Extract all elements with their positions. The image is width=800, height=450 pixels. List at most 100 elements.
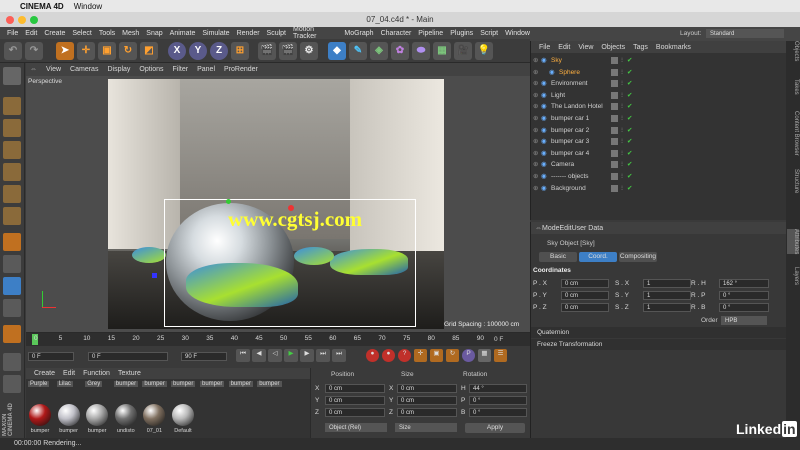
render-toggle-icon[interactable]: ⁝ (621, 67, 623, 79)
undo-icon[interactable]: ↶ (4, 42, 22, 60)
menu-mesh[interactable]: Mesh (122, 30, 139, 37)
object-menu-objects[interactable]: Objects (601, 44, 625, 51)
cube-icon[interactable]: ◆ (328, 42, 346, 60)
visibility-toggle-icon[interactable] (611, 91, 618, 99)
attribute-field-value[interactable]: 0 cm (561, 279, 609, 288)
object-menu-tags[interactable]: Tags (633, 44, 648, 51)
menu-plugins[interactable]: Plugins (450, 30, 473, 37)
viewport-menu-panel[interactable]: Panel (197, 66, 215, 73)
axis-mode-icon[interactable] (3, 233, 21, 251)
enabled-check-icon[interactable]: ✔ (627, 159, 632, 171)
coordinate-system-icon[interactable]: ⊞ (231, 42, 249, 60)
attribute-field-value[interactable]: 0 ° (719, 303, 769, 312)
model-mode-icon[interactable] (3, 97, 21, 115)
menu-sculpt[interactable]: Sculpt (267, 30, 286, 37)
object-name[interactable]: Environment (551, 78, 588, 90)
visibility-toggle-icon[interactable] (611, 115, 618, 122)
go-to-end-icon[interactable]: ⏭ (332, 349, 346, 362)
object-name[interactable]: ------- objects (551, 171, 589, 183)
keyframe-selection-icon[interactable]: ? (398, 349, 411, 362)
min-frame-field[interactable]: 0 F (88, 352, 168, 361)
object-menu-file[interactable]: File (539, 44, 550, 51)
y-axis-button[interactable]: Y (189, 42, 207, 60)
attribute-tab-basic[interactable]: Basic (539, 252, 577, 262)
menu-tools[interactable]: Tools (99, 30, 115, 37)
object-name[interactable]: bumper car 4 (551, 148, 589, 160)
material-menu-texture[interactable]: Texture (118, 370, 141, 377)
render-view-icon[interactable]: 🎬 (258, 42, 276, 60)
viewport-menu-cameras[interactable]: Cameras (70, 66, 98, 73)
magnet-icon[interactable] (3, 325, 21, 343)
side-tab-structure[interactable]: Structure (787, 169, 799, 193)
next-frame-icon[interactable]: ⏭ (316, 349, 330, 362)
enabled-check-icon[interactable]: ✔ (627, 55, 632, 67)
expand-icon[interactable]: ⊕ (533, 90, 538, 102)
x-axis-button[interactable]: X (168, 42, 186, 60)
coord-size-field[interactable]: 0 cm (397, 408, 457, 417)
attribute-menu-mode[interactable]: Mode (542, 225, 560, 232)
attribute-field-value[interactable]: 1 (643, 303, 691, 312)
menu-create[interactable]: Create (44, 30, 65, 37)
points-mode-icon[interactable] (3, 163, 21, 181)
position-key-icon[interactable]: ✛ (414, 349, 427, 362)
coord-size-field[interactable]: 0 cm (397, 396, 457, 405)
menu-motion-tracker[interactable]: Motion Tracker (293, 26, 337, 40)
rotate-tool-icon[interactable]: ↻ (119, 42, 137, 60)
recent-tool-icon[interactable]: ◩ (140, 42, 158, 60)
object-row[interactable]: ⊕ ◉ bumper car 2 ⁝ ✔ (531, 125, 787, 137)
texture-mode-icon[interactable] (3, 119, 21, 137)
render-toggle-icon[interactable]: ⁝ (621, 125, 623, 137)
object-row[interactable]: ⊕ ◉ Camera ⁝ ✔ (531, 159, 787, 171)
expand-icon[interactable]: ⊕ (533, 148, 538, 160)
object-row[interactable]: ⊕ ◉ bumper car 4 ⁝ ✔ (531, 148, 787, 160)
z-axis-button[interactable]: Z (210, 42, 228, 60)
render-toggle-icon[interactable]: ⁝ (621, 55, 623, 67)
snap-icon[interactable] (3, 277, 21, 295)
object-menu-edit[interactable]: Edit (558, 44, 570, 51)
zoom-window-icon[interactable] (30, 16, 38, 24)
subdivision-icon[interactable]: ◈ (370, 42, 388, 60)
side-tab-objects[interactable]: Objects (787, 41, 799, 61)
make-editable-icon[interactable] (3, 67, 21, 85)
attribute-field-value[interactable]: 1 (643, 279, 691, 288)
coord-rotation-field[interactable]: 44 ° (469, 384, 527, 393)
expand-icon[interactable]: ⊕ (533, 183, 538, 195)
tweak-mode-icon[interactable] (3, 255, 21, 273)
material-swatch[interactable]: Default (170, 396, 196, 434)
object-row[interactable]: ⊕ ◉ The Landon Hotel ⁝ ✔ (531, 101, 787, 113)
menu-simulate[interactable]: Simulate (202, 30, 229, 37)
play-back-icon[interactable]: ◁ (268, 349, 282, 362)
menu-pipeline[interactable]: Pipeline (418, 30, 443, 37)
visibility-toggle-icon[interactable] (611, 138, 618, 146)
menu-character[interactable]: Character (381, 30, 412, 37)
menu-mograph[interactable]: MoGraph (344, 30, 373, 37)
attribute-field-value[interactable]: 0 ° (719, 291, 769, 300)
visibility-toggle-icon[interactable] (611, 184, 618, 192)
object-name[interactable]: Background (551, 183, 586, 195)
cloner-icon[interactable]: ✿ (391, 42, 409, 60)
visibility-toggle-icon[interactable] (611, 103, 618, 111)
side-tab-layers[interactable]: Layers (787, 267, 799, 285)
material-swatch[interactable]: bumper (56, 396, 82, 434)
render-settings-icon[interactable]: ⚙ (300, 42, 318, 60)
edges-mode-icon[interactable] (3, 185, 21, 203)
move-handle-z[interactable] (152, 273, 157, 278)
menu-snap[interactable]: Snap (146, 30, 162, 37)
object-name[interactable]: bumper car 1 (551, 113, 589, 125)
side-tab-attributes[interactable]: Attributes (787, 229, 799, 255)
object-menu-bookmarks[interactable]: Bookmarks (656, 44, 691, 51)
enabled-check-icon[interactable]: ✔ (627, 183, 632, 195)
menu-window[interactable]: Window (505, 30, 530, 37)
material-menu-function[interactable]: Function (83, 370, 110, 377)
camera-icon[interactable]: 🎥 (454, 42, 472, 60)
pla-key-icon[interactable]: ▦ (478, 349, 491, 362)
app-menu[interactable]: CINEMA 4D (20, 2, 64, 11)
enabled-check-icon[interactable]: ✔ (627, 136, 632, 148)
go-to-start-icon[interactable]: ⏮ (236, 349, 250, 362)
attribute-tab-coord[interactable]: Coord. (579, 252, 617, 262)
render-toggle-icon[interactable]: ⁝ (621, 90, 623, 102)
object-row[interactable]: ⊕ ◉ bumper car 3 ⁝ ✔ (531, 136, 787, 148)
move-tool-icon[interactable]: ✛ (77, 42, 95, 60)
menu-script[interactable]: Script (480, 30, 498, 37)
freeze-transformation-group[interactable]: Freeze Transformation (531, 339, 787, 350)
